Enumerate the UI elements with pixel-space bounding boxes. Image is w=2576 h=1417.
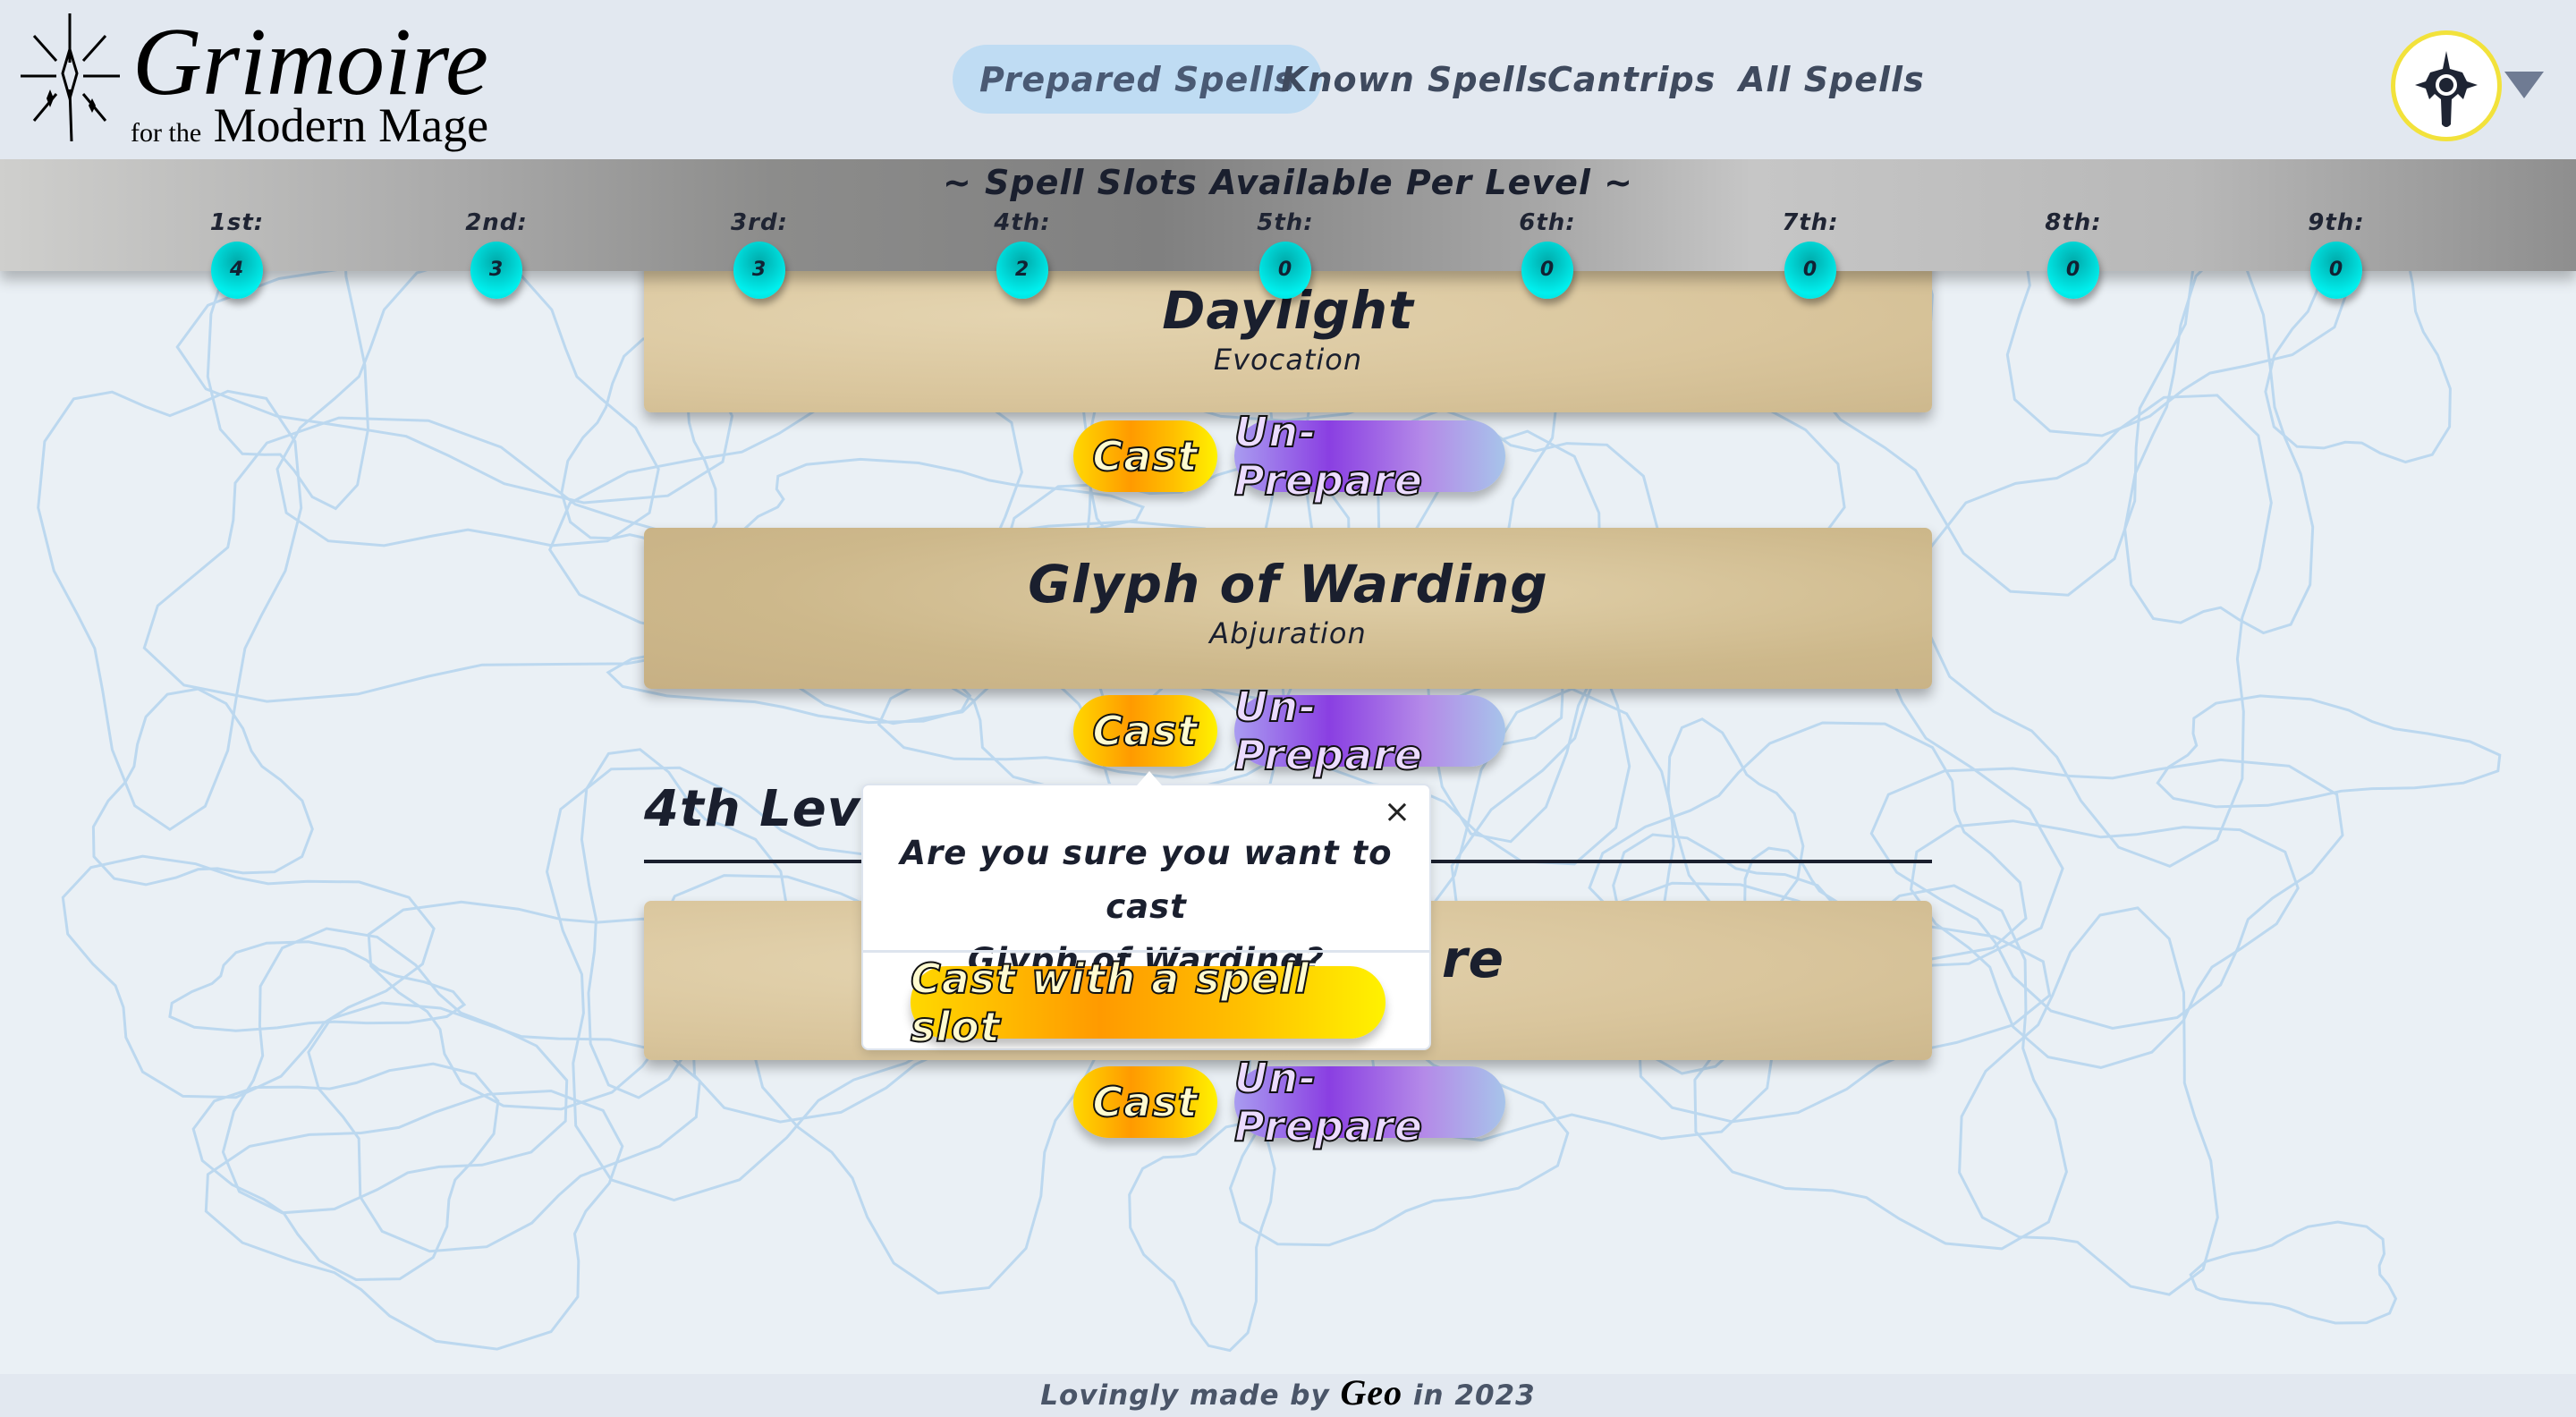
spell-name: Glyph of Warding	[1028, 554, 1548, 615]
footer: Lovingly made by Geo in 2023	[0, 1374, 2576, 1417]
spell-slots-bar: ~ Spell Slots Available Per Level ~ 1st:…	[0, 159, 2576, 299]
slot-level-label: 1st:	[209, 209, 265, 236]
slot-level-label: 8th:	[2045, 209, 2102, 236]
slot-level-label: 3rd:	[731, 209, 788, 236]
contour-line	[2189, 1220, 2398, 1325]
footer-author[interactable]: Geo	[1340, 1372, 1402, 1413]
spell-slot-8: 8th: 0	[2020, 209, 2127, 299]
user-avatar[interactable]	[2391, 30, 2502, 141]
sparkle-icon	[21, 13, 120, 142]
logo[interactable]: Grimoire for the Modern Mage	[16, 9, 488, 152]
spell-slot-5: 5th: 0	[1232, 209, 1339, 299]
contour-line	[1869, 758, 2344, 1031]
slot-gem: 0	[2310, 242, 2362, 299]
spell-school: Abjuration	[1209, 616, 1367, 650]
contour-line	[307, 1001, 701, 1253]
slot-level-label: 4th:	[994, 209, 1051, 236]
cast-button[interactable]: Cast	[1073, 1066, 1217, 1138]
nav-cantrips[interactable]: Cantrips	[1547, 45, 1716, 114]
slot-level-label: 9th:	[2308, 209, 2365, 236]
nav-prepared-spells[interactable]: Prepared Spells	[953, 45, 1322, 114]
logo-subtitle-main: Modern Mage	[213, 98, 489, 152]
contour-line	[2123, 250, 2315, 635]
slot-gem: 0	[1259, 242, 1311, 299]
slot-gem: 4	[211, 242, 263, 299]
slot-level-label: 6th:	[1519, 209, 1576, 236]
logo-subtitle-small: for the	[131, 118, 202, 148]
spell-slot-1: 1st: 4	[183, 209, 291, 299]
cast-button[interactable]: Cast	[1073, 695, 1217, 767]
slot-gem: 0	[2047, 242, 2099, 299]
cast-confirm-popover: × Are you sure you want to cast Glyph of…	[861, 771, 1431, 1052]
contour-line	[1958, 906, 2219, 1296]
contour-line	[168, 940, 467, 1032]
footer-suffix: in 2023	[1412, 1379, 1536, 1412]
contour-line	[61, 854, 436, 1099]
unprepare-button[interactable]: Un-Prepare	[1233, 407, 1505, 505]
cast-with-spell-slot-button[interactable]: Cast with a spell slot	[910, 954, 1385, 1052]
slot-gem: 2	[996, 242, 1048, 299]
spell-name: re	[1442, 929, 1504, 989]
slot-gem: 3	[470, 242, 522, 299]
confirm-line-1: Are you sure you want to cast	[900, 834, 1393, 926]
slot-gem: 0	[1784, 242, 1836, 299]
unprepare-button[interactable]: Un-Prepare	[1233, 682, 1505, 780]
logo-subtitle: for the Modern Mage	[131, 98, 488, 160]
staff-icon	[2415, 51, 2478, 127]
spell-slot-6: 6th: 0	[1494, 209, 1601, 299]
footer-prefix: Lovingly made by	[1040, 1379, 1330, 1412]
caret-down-icon[interactable]	[2504, 72, 2544, 98]
slot-level-label: 7th:	[1782, 209, 1839, 236]
cast-button[interactable]: Cast	[1073, 420, 1217, 492]
spell-slot-2: 2nd: 3	[443, 209, 550, 299]
spell-slot-4: 4th: 2	[969, 209, 1076, 299]
nav-known-spells[interactable]: Known Spells	[1281, 45, 1548, 114]
slot-level-label: 2nd:	[465, 209, 528, 236]
spell-slot-7: 7th: 0	[1757, 209, 1864, 299]
contour-line	[204, 1089, 624, 1351]
header: Grimoire for the Modern Mage Prepared Sp…	[0, 0, 2576, 159]
spell-card-glyph-of-warding: Glyph of Warding Abjuration	[644, 528, 1932, 689]
popover-divider	[863, 950, 1429, 953]
spell-slot-3: 3rd: 3	[706, 209, 813, 299]
slot-gem: 3	[733, 242, 785, 299]
contour-line	[1919, 394, 2273, 868]
spell-slot-9: 9th: 0	[2283, 209, 2390, 299]
unprepare-button[interactable]: Un-Prepare	[1233, 1053, 1505, 1151]
slot-gem: 0	[1521, 242, 1573, 299]
nav-all-spells[interactable]: All Spells	[1739, 45, 1925, 114]
contour-line	[1128, 1121, 1276, 1353]
close-icon[interactable]: ×	[1384, 794, 1411, 830]
slot-level-label: 5th:	[1257, 209, 1314, 236]
spell-slots-title: ~ Spell Slots Available Per Level ~	[942, 163, 1634, 202]
spell-school: Evocation	[1213, 343, 1363, 377]
